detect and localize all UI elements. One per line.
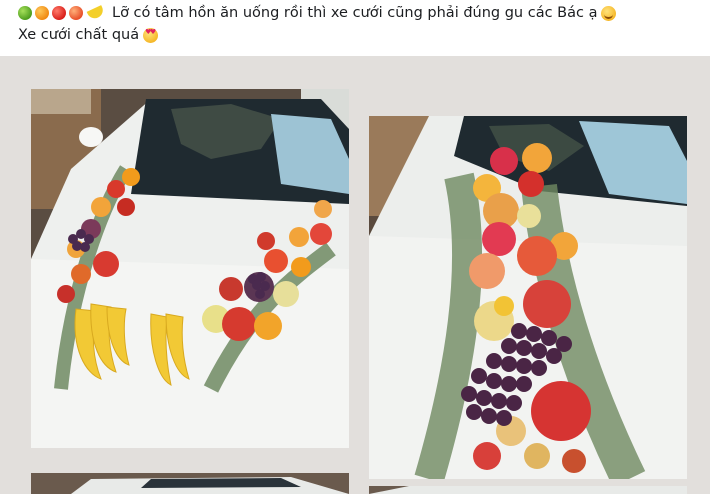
peach-icon — [69, 6, 83, 20]
gallery-photo-1[interactable] — [31, 89, 349, 448]
post-line-1: Lỡ có tâm hồn ăn uống rồi thì xe cưới cũ… — [18, 2, 698, 24]
post-line-1-text: Lỡ có tâm hồn ăn uống rồi thì xe cưới cũ… — [112, 5, 598, 21]
post-line-2: Xe cưới chất quá — [18, 24, 698, 46]
photo-bottom-b-image — [369, 486, 687, 494]
red-apple-icon — [52, 6, 66, 20]
heart-eyes-icon — [143, 27, 159, 43]
orange-icon — [35, 6, 49, 20]
smiling-face-icon — [601, 5, 617, 21]
photo-right-image — [369, 116, 687, 479]
green-apple-icon — [18, 6, 32, 20]
banana-icon — [86, 5, 106, 21]
gallery-photo-4[interactable] — [369, 486, 687, 494]
gallery-photo-3[interactable] — [31, 473, 349, 494]
photo-left-image — [31, 89, 349, 448]
photo-bottom-a-image — [31, 473, 349, 494]
post-line-2-text: Xe cưới chất quá — [18, 27, 140, 43]
gallery-photo-2[interactable] — [369, 116, 687, 479]
post-text: Lỡ có tâm hồn ăn uống rồi thì xe cưới cũ… — [0, 0, 710, 56]
